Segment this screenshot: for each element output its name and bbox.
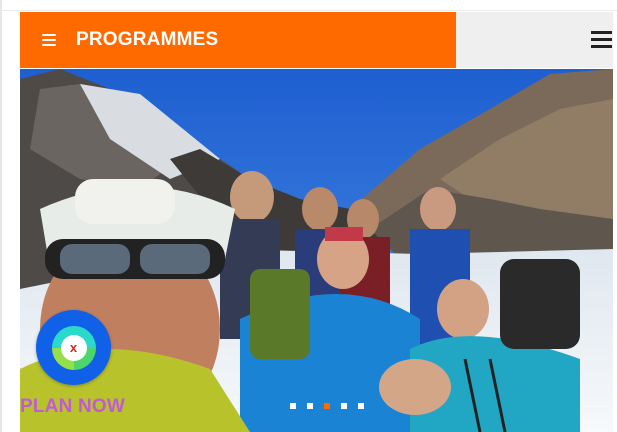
slider-dot-2[interactable] xyxy=(307,403,313,409)
slider-dots xyxy=(290,403,364,409)
slider-dot-1[interactable] xyxy=(290,403,296,409)
page-title: PROGRAMMES xyxy=(76,29,219,50)
slider-dot-5[interactable] xyxy=(358,403,364,409)
badge-ring: x xyxy=(51,325,96,370)
menu-icon[interactable] xyxy=(42,34,56,46)
hamburger-icon[interactable] xyxy=(591,31,612,48)
hero-image xyxy=(20,69,613,432)
site-header: PROGRAMMES xyxy=(20,12,613,68)
hikers-photo xyxy=(20,69,613,432)
header-title-bar: PROGRAMMES xyxy=(20,12,456,68)
badge-core: x xyxy=(60,334,87,361)
page-edge xyxy=(0,0,2,432)
page: PROGRAMMES x PLAN NOW xyxy=(0,0,617,432)
plan-now-button[interactable]: PLAN NOW xyxy=(20,396,125,418)
slider-dot-3[interactable] xyxy=(324,403,330,409)
slider-dot-4[interactable] xyxy=(341,403,347,409)
app-logo-icon[interactable]: x xyxy=(36,310,111,385)
divider xyxy=(0,10,617,11)
